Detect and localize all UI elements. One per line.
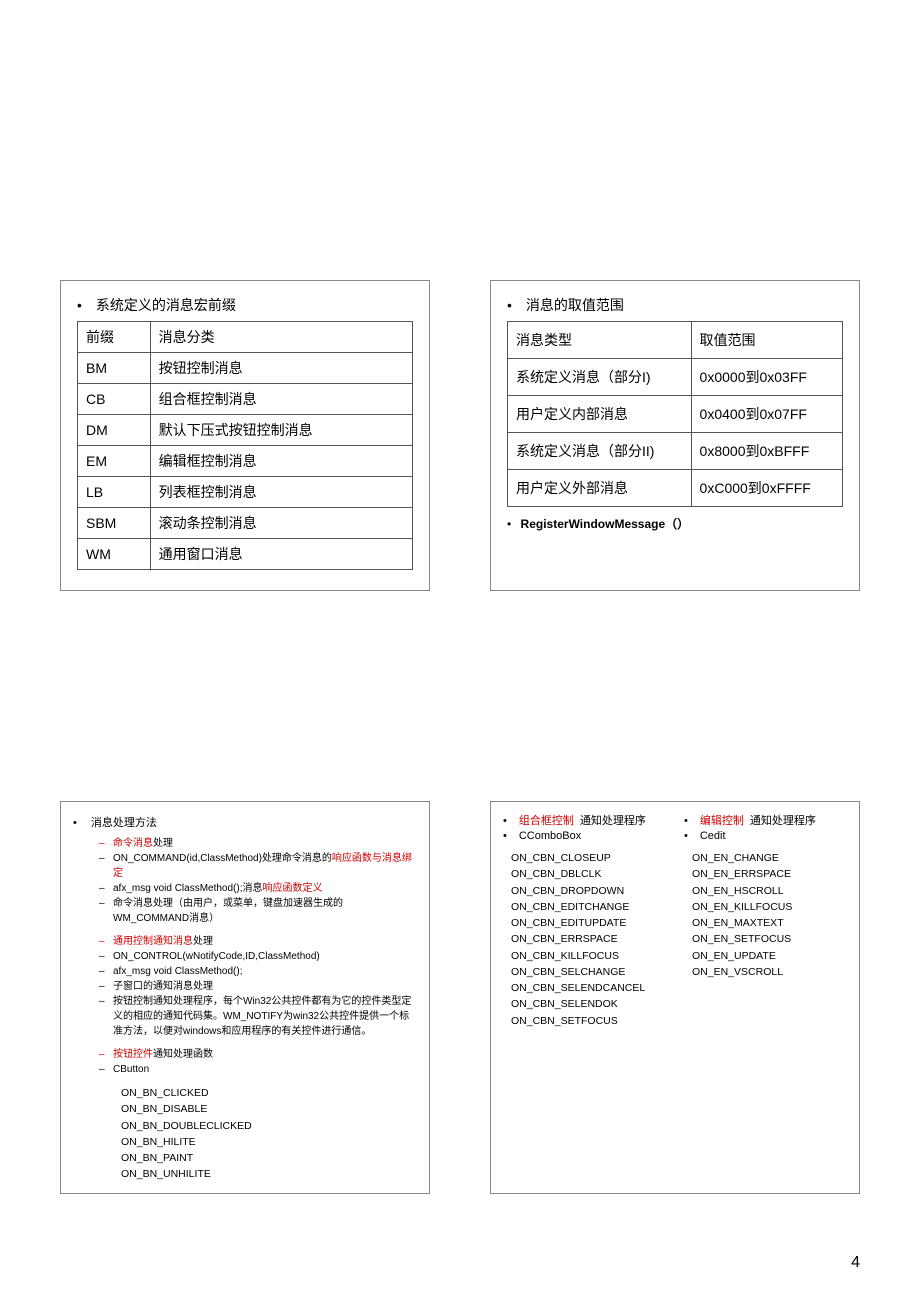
table-row: SBM滚动条控制消息 — [78, 508, 413, 539]
const: ON_CBN_SELENDCANCEL — [511, 980, 666, 996]
colB-head: 编辑控制通知处理程序 — [684, 812, 847, 828]
colA-sub: CComboBox — [503, 830, 666, 842]
card2-title: 消息的取值范围 — [507, 295, 843, 315]
table-row: LB列表框控制消息 — [78, 477, 413, 508]
table-row: 系统定义消息（部分II)0x8000到0xBFFF — [508, 433, 843, 470]
list-item: 子窗口的通知消息处理 — [99, 979, 417, 994]
th-type: 消息类型 — [508, 322, 692, 359]
group-head: 通用控制通知消息处理 — [99, 934, 417, 949]
card1-title: 系统定义的消息宏前缀 — [77, 295, 413, 315]
group-head: 按钮控件通知处理函数 — [99, 1047, 417, 1062]
const: ON_EN_UPDATE — [692, 948, 847, 964]
colA-head: 组合框控制通知处理程序 — [503, 812, 666, 828]
const: ON_EN_KILLFOCUS — [692, 899, 847, 915]
colA-constants: ON_CBN_CLOSEUP ON_CBN_DBLCLK ON_CBN_DROP… — [511, 850, 666, 1029]
const: ON_EN_ERRSPACE — [692, 866, 847, 882]
table-row: WM通用窗口消息 — [78, 539, 413, 570]
card1-table: 前缀 消息分类 BM按钮控制消息 CB组合框控制消息 DM默认下压式按钮控制消息… — [77, 321, 413, 570]
const: ON_EN_CHANGE — [692, 850, 847, 866]
const: ON_BN_UNHILITE — [121, 1166, 417, 1182]
table-row: 用户定义内部消息0x0400到0x07FF — [508, 396, 843, 433]
card3-group-1: 通用控制通知消息处理 ON_CONTROL(wNotifyCode,ID,Cla… — [99, 934, 417, 1039]
list-item: ON_COMMAND(id,ClassMethod)处理命令消息的响应函数与消息… — [99, 851, 417, 881]
table-row: EM编辑框控制消息 — [78, 446, 413, 477]
th-category: 消息分类 — [150, 322, 412, 353]
const: ON_BN_PAINT — [121, 1150, 417, 1166]
list-item: CButton — [99, 1062, 417, 1077]
card3-title: 消息处理方法 — [73, 814, 417, 830]
card2-title-text: 消息的取值范围 — [526, 295, 624, 315]
const: ON_EN_HSCROLL — [692, 883, 847, 899]
const: ON_CBN_EDITCHANGE — [511, 899, 666, 915]
table-row: 系统定义消息（部分I)0x0000到0x03FF — [508, 359, 843, 396]
card-value-range: 消息的取值范围 消息类型 取值范围 系统定义消息（部分I)0x0000到0x03… — [490, 280, 860, 591]
card-prefix-macros: 系统定义的消息宏前缀 前缀 消息分类 BM按钮控制消息 CB组合框控制消息 DM… — [60, 280, 430, 591]
const: ON_BN_CLICKED — [121, 1085, 417, 1101]
card3-group-2: 按钮控件通知处理函数 CButton — [99, 1047, 417, 1077]
list-item: afx_msg void ClassMethod(); — [99, 964, 417, 979]
colB-constants: ON_EN_CHANGE ON_EN_ERRSPACE ON_EN_HSCROL… — [692, 850, 847, 980]
table-header-row: 消息类型 取值范围 — [508, 322, 843, 359]
const: ON_CBN_SELENDOK — [511, 996, 666, 1012]
card3-constants: ON_BN_CLICKED ON_BN_DISABLE ON_BN_DOUBLE… — [121, 1085, 417, 1183]
const: ON_CBN_DBLCLK — [511, 866, 666, 882]
card3-group-0: 命令消息处理 ON_COMMAND(id,ClassMethod)处理命令消息的… — [99, 836, 417, 926]
const: ON_EN_MAXTEXT — [692, 915, 847, 931]
table-header-row: 前缀 消息分类 — [78, 322, 413, 353]
const: ON_EN_VSCROLL — [692, 964, 847, 980]
list-item: 按钮控制通知处理程序，每个Win32公共控件都有为它的控件类型定义的相应的通知代… — [99, 994, 417, 1039]
col-combobox: 组合框控制通知处理程序 CComboBox ON_CBN_CLOSEUP ON_… — [503, 812, 666, 1029]
th-range: 取值范围 — [691, 322, 842, 359]
const: ON_BN_HILITE — [121, 1134, 417, 1150]
card2-table: 消息类型 取值范围 系统定义消息（部分I)0x0000到0x03FF 用户定义内… — [507, 321, 843, 507]
card3-title-text: 消息处理方法 — [91, 814, 157, 830]
table-row: DM默认下压式按钮控制消息 — [78, 415, 413, 446]
list-item: 命令消息处理（由用户，或菜单，键盘加速器生成的WM_COMMAND消息） — [99, 896, 417, 926]
card2-footnote: RegisterWindowMessage（） — [507, 515, 843, 532]
table-row: BM按钮控制消息 — [78, 353, 413, 384]
card-message-handling: 消息处理方法 命令消息处理 ON_COMMAND(id,ClassMethod)… — [60, 801, 430, 1194]
const: ON_CBN_SELCHANGE — [511, 964, 666, 980]
const: ON_CBN_SETFOCUS — [511, 1013, 666, 1029]
card1-title-text: 系统定义的消息宏前缀 — [96, 295, 236, 315]
col-edit: 编辑控制通知处理程序 Cedit ON_EN_CHANGE ON_EN_ERRS… — [684, 812, 847, 1029]
page-number: 4 — [851, 1254, 860, 1272]
const: ON_CBN_CLOSEUP — [511, 850, 666, 866]
group-head: 命令消息处理 — [99, 836, 417, 851]
table-row: CB组合框控制消息 — [78, 384, 413, 415]
const: ON_EN_SETFOCUS — [692, 931, 847, 947]
card2-footnote-text: RegisterWindowMessage（） — [521, 517, 690, 531]
colB-sub: Cedit — [684, 830, 847, 842]
list-item: ON_CONTROL(wNotifyCode,ID,ClassMethod) — [99, 949, 417, 964]
const: ON_CBN_EDITUPDATE — [511, 915, 666, 931]
table-row: 用户定义外部消息0xC000到0xFFFF — [508, 470, 843, 507]
const: ON_BN_DISABLE — [121, 1101, 417, 1117]
const: ON_CBN_KILLFOCUS — [511, 948, 666, 964]
const: ON_CBN_ERRSPACE — [511, 931, 666, 947]
const: ON_CBN_DROPDOWN — [511, 883, 666, 899]
card-notify-handlers: 组合框控制通知处理程序 CComboBox ON_CBN_CLOSEUP ON_… — [490, 801, 860, 1194]
list-item: afx_msg void ClassMethod();消息响应函数定义 — [99, 881, 417, 896]
const: ON_BN_DOUBLECLICKED — [121, 1118, 417, 1134]
th-prefix: 前缀 — [78, 322, 151, 353]
